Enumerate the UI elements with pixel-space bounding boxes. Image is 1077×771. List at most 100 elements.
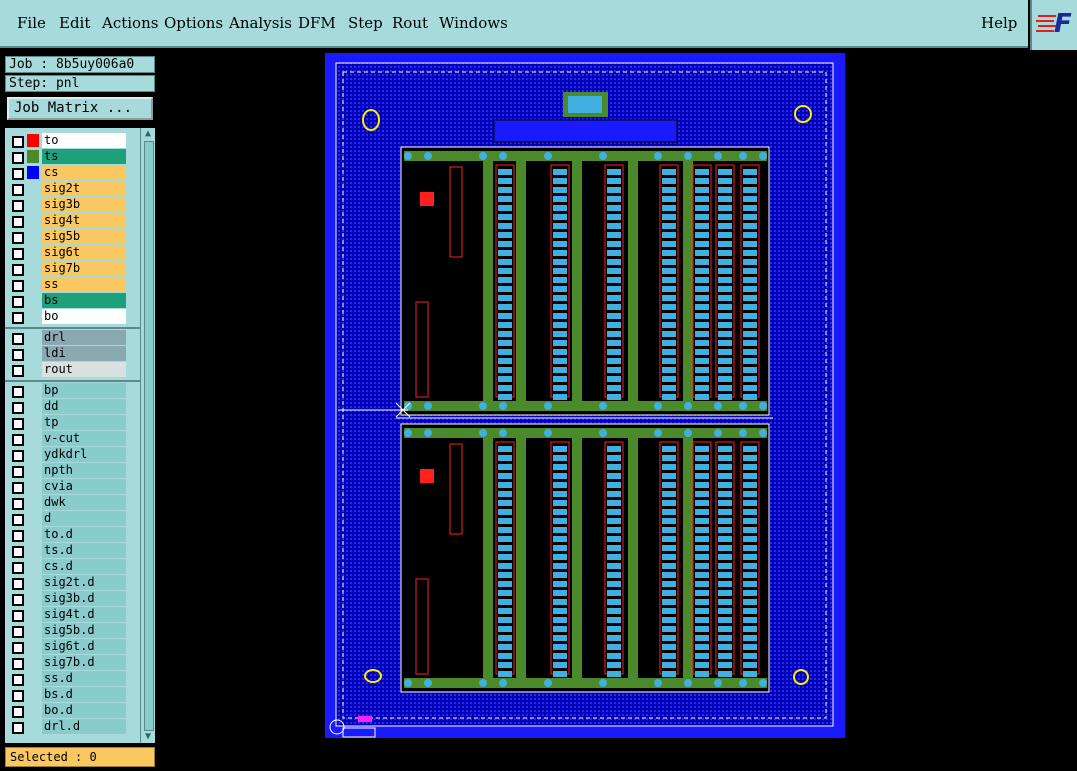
layer-name[interactable]: ss.d	[42, 671, 126, 686]
layer-row-dwk[interactable]: dwk	[5, 495, 140, 511]
layer-checkbox[interactable]	[12, 482, 24, 494]
layer-row-ss.d[interactable]: ss.d	[5, 671, 140, 687]
layer-name[interactable]: sig7b	[42, 261, 126, 276]
layer-name[interactable]: drl.d	[42, 719, 126, 734]
layer-name[interactable]: bp	[42, 383, 126, 398]
layer-checkbox[interactable]	[12, 248, 24, 260]
layer-name[interactable]: bs.d	[42, 687, 126, 702]
layer-name[interactable]: dwk	[42, 495, 126, 510]
layer-row-sig3b.d[interactable]: sig3b.d	[5, 591, 140, 607]
menu-windows[interactable]: Windows	[439, 14, 508, 32]
layer-row-to.d[interactable]: to.d	[5, 527, 140, 543]
menu-step[interactable]: Step	[348, 14, 383, 32]
layer-row-d[interactable]: d	[5, 511, 140, 527]
layer-checkbox[interactable]	[12, 642, 24, 654]
layer-row-drl.d[interactable]: drl.d	[5, 719, 140, 735]
layer-name[interactable]: sig2t.d	[42, 575, 126, 590]
layer-row-ydkdrl[interactable]: ydkdrl	[5, 447, 140, 463]
layer-row-rout[interactable]: rout	[5, 362, 140, 378]
layer-name[interactable]: ss	[42, 277, 126, 292]
layer-list-scrollbar[interactable]: ▲ ▼	[140, 128, 155, 743]
layer-checkbox[interactable]	[12, 466, 24, 478]
layer-color-swatch[interactable]	[27, 134, 39, 147]
layer-row-tp[interactable]: tp	[5, 415, 140, 431]
layer-name[interactable]: bo.d	[42, 703, 126, 718]
layer-row-bo[interactable]: bo	[5, 309, 140, 325]
layer-checkbox[interactable]	[12, 333, 24, 345]
layer-row-ldi[interactable]: ldi	[5, 346, 140, 362]
menu-file[interactable]: File	[17, 14, 46, 32]
layer-checkbox[interactable]	[12, 296, 24, 308]
layer-checkbox[interactable]	[12, 546, 24, 558]
layer-row-ss[interactable]: ss	[5, 277, 140, 293]
layer-row-bs.d[interactable]: bs.d	[5, 687, 140, 703]
layer-checkbox[interactable]	[12, 402, 24, 414]
layer-name[interactable]: sig6t	[42, 245, 126, 260]
layer-row-sig6t.d[interactable]: sig6t.d	[5, 639, 140, 655]
menu-analysis[interactable]: Analysis	[229, 14, 292, 32]
layer-checkbox[interactable]	[12, 706, 24, 718]
layer-checkbox[interactable]	[12, 136, 24, 148]
layer-checkbox[interactable]	[12, 450, 24, 462]
layer-name[interactable]: sig3b.d	[42, 591, 126, 606]
graphic-canvas[interactable]	[158, 50, 1077, 771]
layer-row-bo.d[interactable]: bo.d	[5, 703, 140, 719]
layer-checkbox[interactable]	[12, 530, 24, 542]
menu-options[interactable]: Options	[164, 14, 223, 32]
layer-name[interactable]: ts.d	[42, 543, 126, 558]
layer-checkbox[interactable]	[12, 168, 24, 180]
scroll-up-arrow-icon[interactable]: ▲	[142, 128, 154, 140]
layer-row-sig5b[interactable]: sig5b	[5, 229, 140, 245]
layer-checkbox[interactable]	[12, 264, 24, 276]
layer-checkbox[interactable]	[12, 418, 24, 430]
layer-name[interactable]: ts	[42, 149, 126, 164]
layer-row-sig7b.d[interactable]: sig7b.d	[5, 655, 140, 671]
scroll-track[interactable]	[144, 141, 154, 731]
layer-name[interactable]: sig5b.d	[42, 623, 126, 638]
layer-row-ts.d[interactable]: ts.d	[5, 543, 140, 559]
layer-name[interactable]: sig3b	[42, 197, 126, 212]
menu-actions[interactable]: Actions	[102, 14, 158, 32]
layer-name[interactable]: bo	[42, 309, 126, 324]
layer-name[interactable]: ydkdrl	[42, 447, 126, 462]
layer-name[interactable]: sig4t.d	[42, 607, 126, 622]
layer-name[interactable]: drl	[42, 330, 126, 345]
layer-name[interactable]: to.d	[42, 527, 126, 542]
layer-name[interactable]: sig6t.d	[42, 639, 126, 654]
menu-help[interactable]: Help	[981, 14, 1017, 32]
layer-checkbox[interactable]	[12, 386, 24, 398]
layer-row-dd[interactable]: dd	[5, 399, 140, 415]
layer-checkbox[interactable]	[12, 232, 24, 244]
layer-checkbox[interactable]	[12, 365, 24, 377]
layer-row-npth[interactable]: npth	[5, 463, 140, 479]
layer-checkbox[interactable]	[12, 674, 24, 686]
layer-name[interactable]: ldi	[42, 346, 126, 361]
layer-checkbox[interactable]	[12, 578, 24, 590]
layer-row-v-cut[interactable]: v-cut	[5, 431, 140, 447]
layer-row-drl[interactable]: drl	[5, 330, 140, 346]
layer-name[interactable]: sig2t	[42, 181, 126, 196]
layer-checkbox[interactable]	[12, 216, 24, 228]
layer-name[interactable]: cvia	[42, 479, 126, 494]
layer-checkbox[interactable]	[12, 610, 24, 622]
layer-checkbox[interactable]	[12, 434, 24, 446]
layer-name[interactable]: d	[42, 511, 126, 526]
layer-name[interactable]: cs.d	[42, 559, 126, 574]
layer-color-swatch[interactable]	[27, 166, 39, 179]
layer-name[interactable]: to	[42, 133, 126, 148]
layer-name[interactable]: rout	[42, 362, 126, 377]
layer-checkbox[interactable]	[12, 722, 24, 734]
layer-row-bs[interactable]: bs	[5, 293, 140, 309]
layer-row-bp[interactable]: bp	[5, 383, 140, 399]
layer-name[interactable]: bs	[42, 293, 126, 308]
layer-name[interactable]: npth	[42, 463, 126, 478]
menu-rout[interactable]: Rout	[392, 14, 428, 32]
pcb-panel-view[interactable]	[158, 50, 1077, 771]
menu-dfm[interactable]: DFM	[298, 14, 336, 32]
layer-checkbox[interactable]	[12, 152, 24, 164]
layer-checkbox[interactable]	[12, 594, 24, 606]
layer-row-sig4t[interactable]: sig4t	[5, 213, 140, 229]
layer-name[interactable]: dd	[42, 399, 126, 414]
layer-row-cvia[interactable]: cvia	[5, 479, 140, 495]
layer-checkbox[interactable]	[12, 200, 24, 212]
